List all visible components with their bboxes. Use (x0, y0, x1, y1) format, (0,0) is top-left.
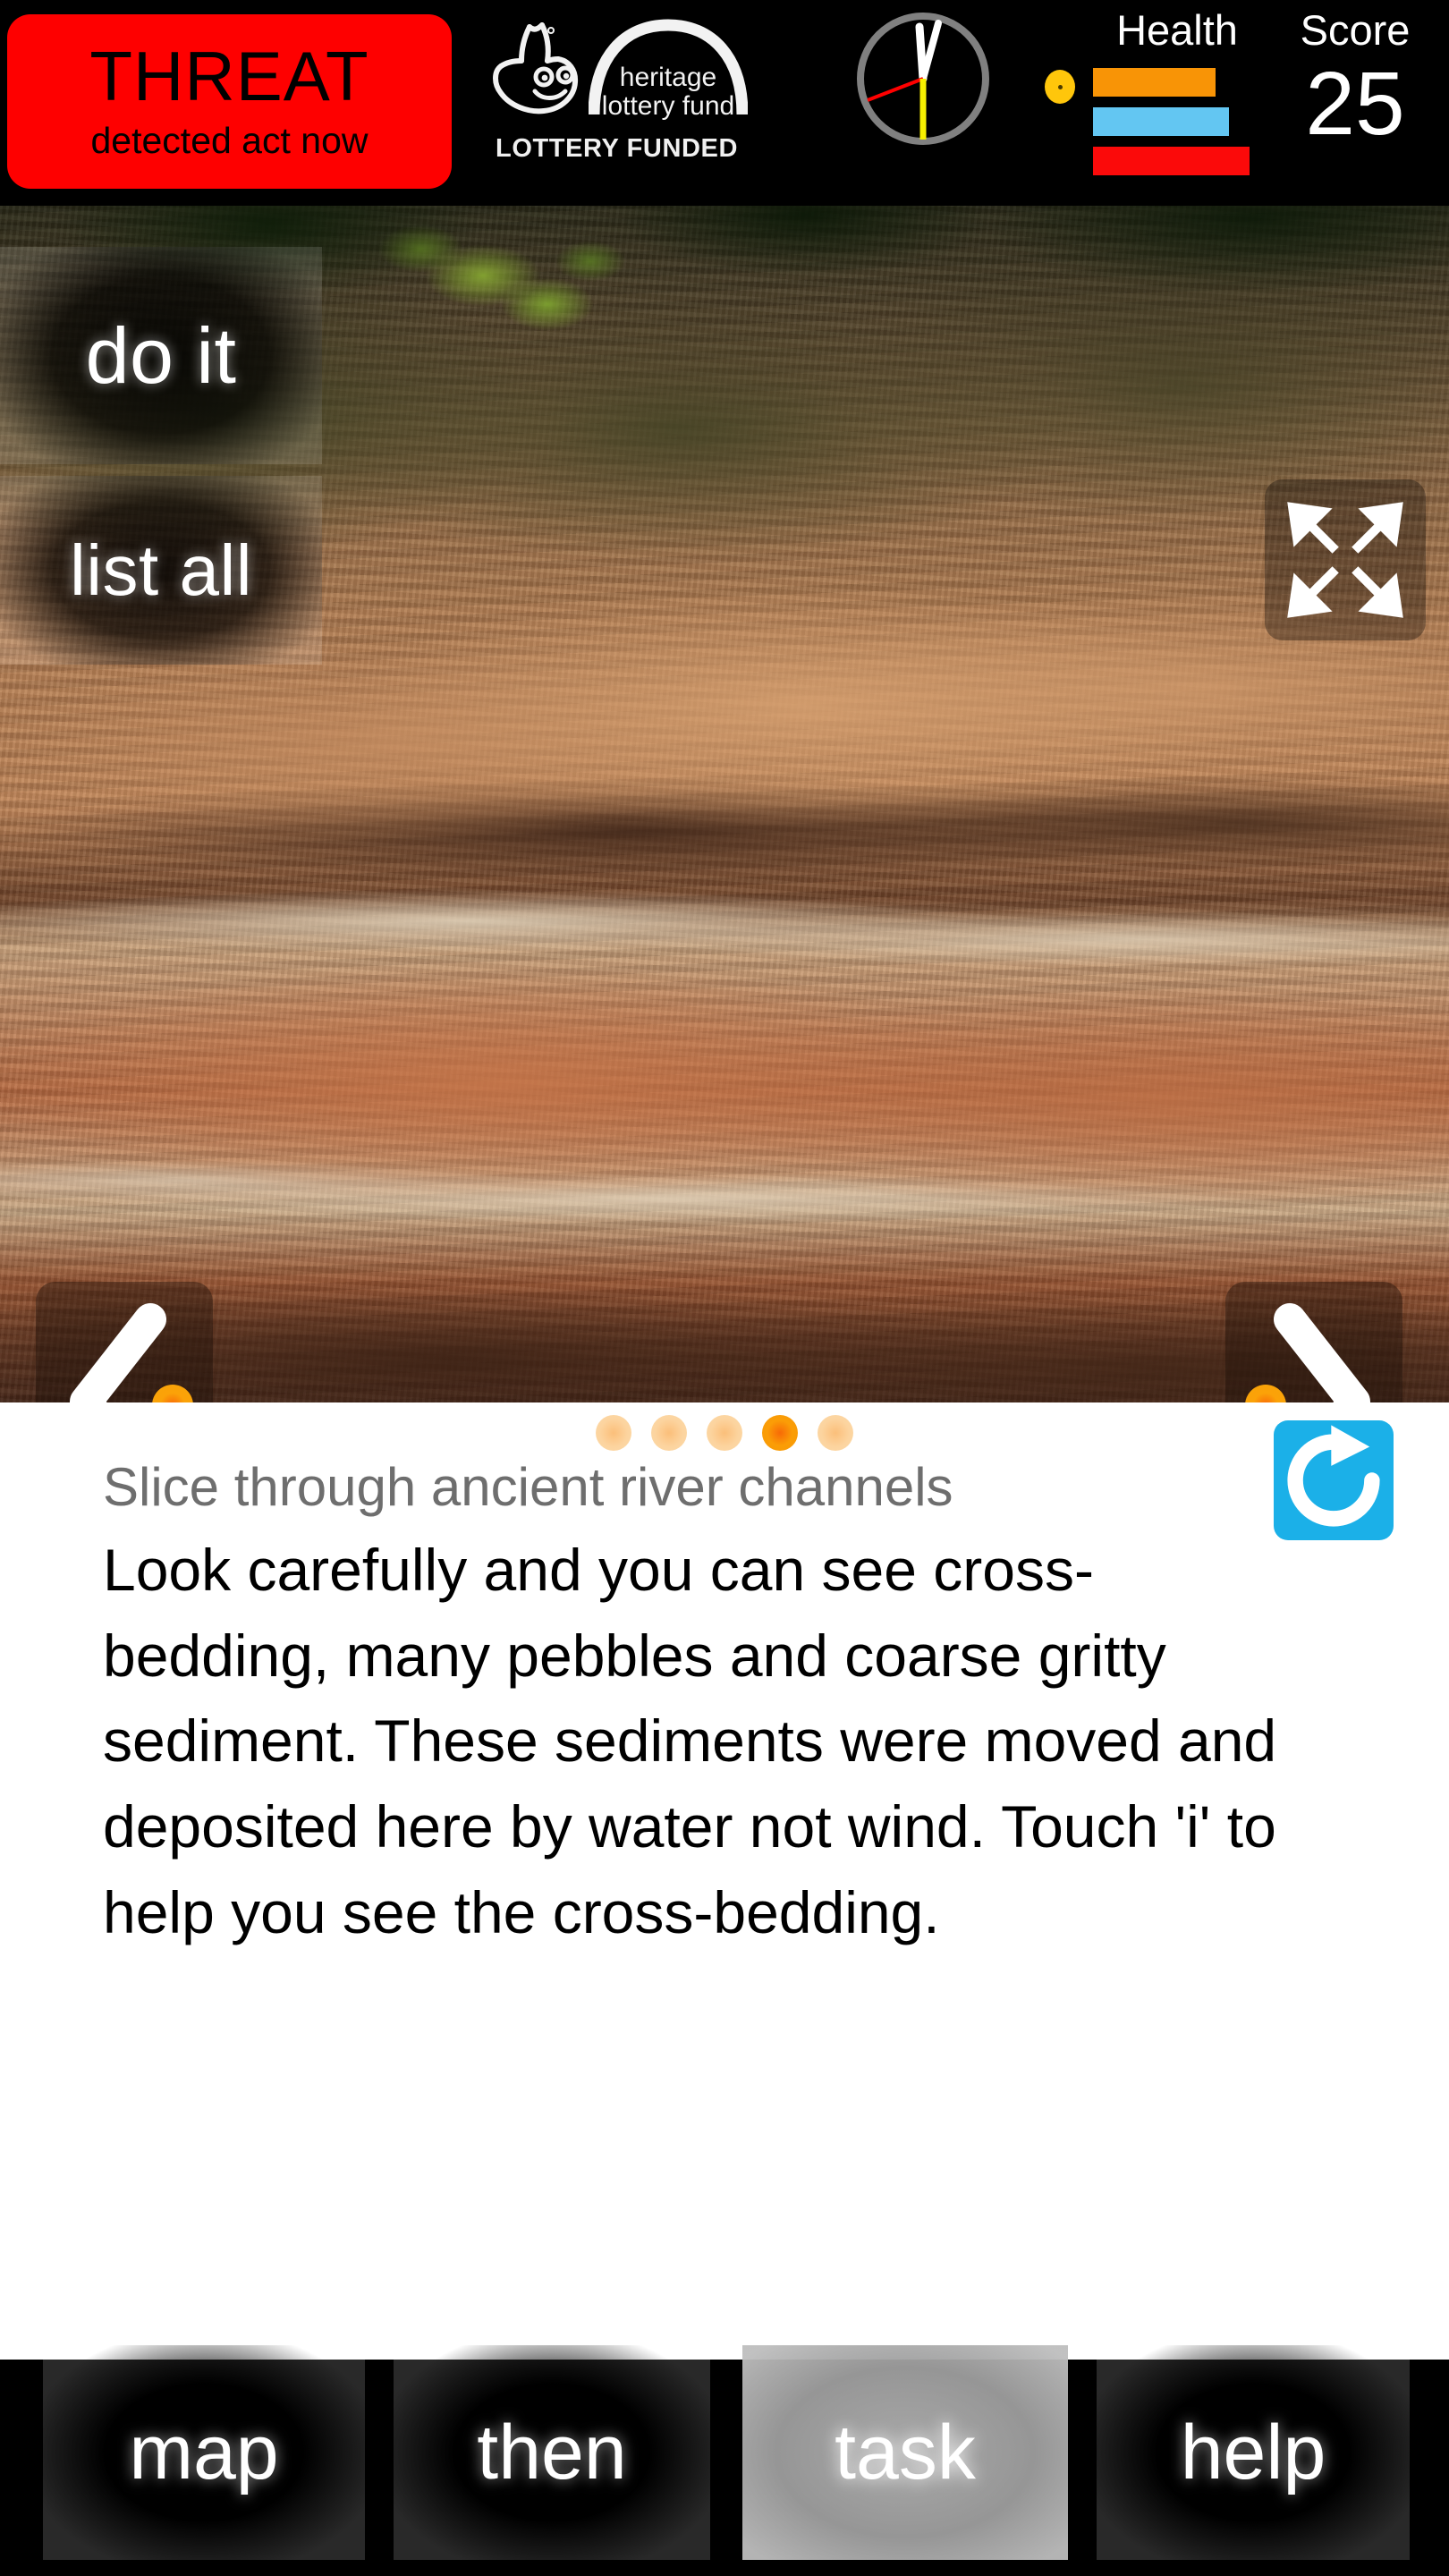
lottery-funded-label: LOTTERY FUNDED (496, 134, 739, 163)
refresh-button[interactable] (1274, 1420, 1394, 1540)
pagination-dot[interactable] (651, 1415, 687, 1451)
hlf-line1: heritage (620, 63, 716, 92)
list-all-label: list all (69, 530, 253, 610)
bottom-tab-bar: map then task help (0, 2345, 1449, 2576)
pagination-dot-active[interactable] (762, 1415, 798, 1451)
score-label: Score (1300, 6, 1411, 54)
hlf-wordmark: heritage lottery fund (589, 19, 748, 121)
tab-then[interactable]: then (394, 2345, 710, 2560)
tab-then-label: then (477, 2409, 627, 2496)
pagination-dot[interactable] (818, 1415, 853, 1451)
hlf-logo-row: heritage lottery fund (483, 11, 751, 125)
health-bar-stamina (1093, 68, 1216, 97)
app-root: THREAT detected act now heritage lottery… (0, 0, 1449, 2576)
tab-map-label: map (129, 2409, 279, 2496)
page-body-text: Look carefully and you can see cross-bed… (103, 1537, 1277, 1945)
list-all-button[interactable]: list all (0, 476, 322, 665)
previous-image-button[interactable] (36, 1282, 213, 1402)
tab-map[interactable]: map (43, 2345, 365, 2560)
status-bar: THREAT detected act now heritage lottery… (0, 0, 1449, 206)
reload-circular-arrow-icon (1287, 1425, 1380, 1527)
analog-clock-icon (857, 13, 989, 145)
heritage-lottery-fund-logo: heritage lottery fund LOTTERY FUNDED (483, 7, 751, 195)
score-display: Score 25 (1270, 5, 1440, 193)
fullscreen-expand-arrows-icon (1287, 502, 1403, 618)
tab-help[interactable]: help (1097, 2345, 1410, 2560)
score-value: 25 (1305, 54, 1405, 154)
yellow-marker-dot (1045, 70, 1075, 104)
health-bar-vitality (1093, 147, 1250, 175)
page-title: Slice through ancient river channels (103, 1457, 953, 1517)
health-meter: Health (1088, 5, 1267, 193)
threat-alert-button[interactable]: THREAT detected act now (7, 14, 452, 189)
do-it-label: do it (85, 310, 237, 400)
tab-help-label: help (1180, 2409, 1326, 2496)
health-bars (1093, 68, 1263, 186)
threat-subtitle: detected act now (90, 120, 369, 162)
fullscreen-button[interactable] (1265, 479, 1426, 640)
hlf-line2: lottery fund (602, 91, 734, 121)
info-panel: Slice through ancient river channels Loo… (0, 1402, 1449, 2360)
do-it-button[interactable]: do it (0, 247, 322, 464)
next-image-button[interactable] (1225, 1282, 1402, 1402)
pagination-dot[interactable] (707, 1415, 742, 1451)
tab-task-label: task (835, 2409, 976, 2496)
crossed-fingers-hand-icon (493, 22, 579, 114)
pagination-dots[interactable] (0, 1415, 1449, 1451)
health-bar-energy (1093, 107, 1229, 136)
health-label: Health (1116, 6, 1238, 54)
chevron-right-icon (1274, 1303, 1370, 1402)
threat-title: THREAT (89, 36, 369, 115)
tab-task[interactable]: task (742, 2345, 1068, 2560)
pagination-dot[interactable] (596, 1415, 631, 1451)
photo-stage[interactable]: do it list all (0, 206, 1449, 1402)
